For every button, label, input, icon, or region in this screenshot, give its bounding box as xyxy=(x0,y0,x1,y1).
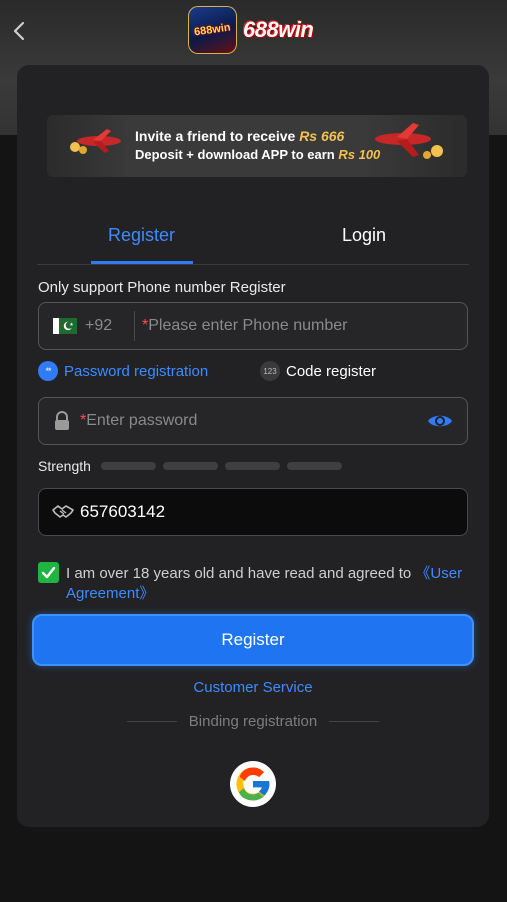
code-register-option[interactable]: 123 Code register xyxy=(260,361,376,381)
checkmark-icon xyxy=(41,566,56,579)
banner-line-1: Invite a friend to receive Rs 666 xyxy=(135,128,345,144)
plane-icon xyxy=(375,123,443,159)
register-button[interactable]: Register xyxy=(32,614,474,666)
agreement-checkbox[interactable] xyxy=(38,562,59,583)
active-tab-indicator xyxy=(91,261,193,264)
google-icon xyxy=(236,767,270,801)
referral-code-field[interactable]: 657603142 xyxy=(38,488,468,536)
lock-icon xyxy=(55,411,69,430)
password-registration-option[interactable]: ** Password registration xyxy=(38,361,208,381)
code-register-label: Code register xyxy=(286,362,377,380)
code-mode-icon: 123 xyxy=(260,361,280,381)
logo-wordmark: 688win xyxy=(243,17,314,42)
binding-registration-label: Binding registration xyxy=(188,713,318,730)
strength-label: Strength xyxy=(38,458,91,474)
password-strength-meter: Strength xyxy=(38,458,349,474)
phone-input[interactable]: *Please enter Phone number xyxy=(142,317,347,335)
divider xyxy=(134,311,135,341)
phone-support-label: Only support Phone number Register xyxy=(38,279,286,296)
password-field[interactable]: *Enter password xyxy=(38,397,468,445)
register-card: Invite a friend to receive Rs 666 Deposi… xyxy=(17,65,489,827)
password-registration-label: Password registration xyxy=(64,362,209,380)
referral-code-input[interactable]: 657603142 xyxy=(80,502,165,522)
binding-registration-divider: Binding registration xyxy=(127,713,380,730)
strength-bar xyxy=(224,462,280,470)
registration-mode-selector: ** Password registration 123 Code regist… xyxy=(38,361,478,385)
handshake-icon xyxy=(52,505,74,518)
customer-service-link[interactable]: Customer Service xyxy=(17,679,489,696)
banner-line-2: Deposit + download APP to earn Rs 100 xyxy=(135,147,381,162)
auth-tabs: Register Login xyxy=(37,215,469,265)
promo-banner[interactable]: Invite a friend to receive Rs 666 Deposi… xyxy=(47,115,467,177)
strength-bar xyxy=(286,462,342,470)
agreement-text: I am over 18 years old and have read and… xyxy=(66,565,463,602)
pakistan-flag-icon[interactable] xyxy=(53,318,77,334)
plane-icon xyxy=(70,129,121,154)
eye-icon[interactable] xyxy=(427,411,453,431)
app-logo: 688win 688win xyxy=(188,6,314,54)
password-input[interactable]: *Enter password xyxy=(80,412,197,430)
back-icon[interactable] xyxy=(10,18,30,44)
tab-register[interactable]: Register xyxy=(108,225,175,246)
app-icon: 688win xyxy=(188,6,237,54)
strength-bar xyxy=(100,462,156,470)
country-code[interactable]: +92 xyxy=(85,317,112,335)
strength-bar xyxy=(162,462,218,470)
phone-field[interactable]: +92 *Please enter Phone number xyxy=(38,302,468,350)
google-login-button[interactable] xyxy=(230,761,276,807)
password-mode-icon: ** xyxy=(38,361,58,381)
tab-login[interactable]: Login xyxy=(342,225,386,246)
